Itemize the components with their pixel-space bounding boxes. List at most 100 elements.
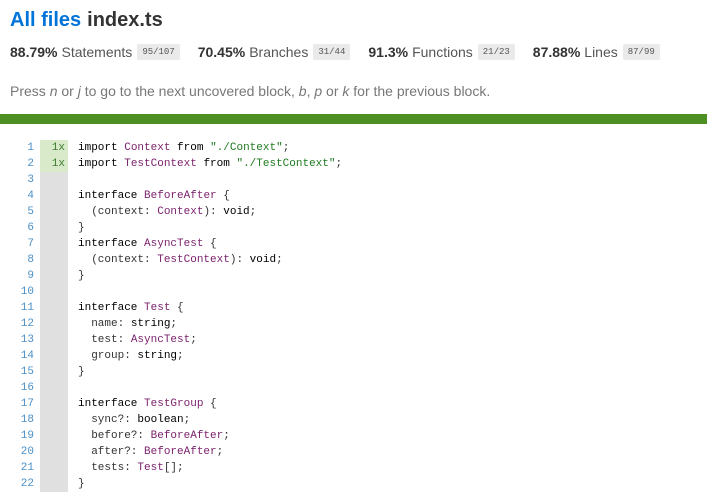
line-number-link[interactable]: 22 [0, 476, 40, 492]
stat-functions: 91.3% Functions 21/23 [368, 44, 515, 60]
line-number-link[interactable]: 1 [0, 140, 40, 156]
source-text: before?: BeforeAfter; [78, 430, 230, 442]
hit-count [40, 476, 68, 492]
code-line: 10 [0, 284, 707, 300]
hit-count [40, 252, 68, 268]
stat-percent: 87.88% [532, 44, 581, 60]
source-text: sync?: boolean; [78, 414, 191, 426]
stat-fraction: 21/23 [477, 44, 515, 60]
line-number-link[interactable]: 16 [0, 380, 40, 396]
line-number-link[interactable]: 11 [0, 300, 40, 316]
code-line: 4 interface BeforeAfter { [0, 188, 707, 204]
stat-branches: 70.45% Branches 31/44 [198, 44, 351, 60]
line-number-link[interactable]: 6 [0, 220, 40, 236]
coverage-summary: 88.79% Statements 95/107 70.45% Branches… [10, 41, 697, 63]
hit-count [40, 300, 68, 316]
hit-count [40, 172, 68, 188]
code-line: 15} [0, 364, 707, 380]
code-line: 12 name: string; [0, 316, 707, 332]
hit-count: 1x [40, 140, 68, 156]
stat-label: Lines [584, 44, 618, 60]
code-line: 11 interface Test { [0, 300, 707, 316]
line-number-link[interactable]: 4 [0, 188, 40, 204]
stat-statements: 88.79% Statements 95/107 [10, 44, 180, 60]
line-number-link[interactable]: 14 [0, 348, 40, 364]
source-text: tests: Test[]; [78, 462, 184, 474]
report-header: All files index.ts 88.79% Statements 95/1… [0, 0, 707, 114]
source-code-listing: 1 1x import Context from "./Context"; 2 1x im… [0, 140, 707, 492]
hit-count [40, 220, 68, 236]
hit-count [40, 348, 68, 364]
code-line: 22} [0, 476, 707, 492]
source-text [68, 284, 78, 300]
hit-count [40, 460, 68, 476]
hit-count [40, 284, 68, 300]
keyboard-hint: Press n or j to go to the next uncovered… [10, 83, 491, 99]
line-number-link[interactable]: 7 [0, 236, 40, 252]
hit-count [40, 396, 68, 412]
line-number-link[interactable]: 18 [0, 412, 40, 428]
coverage-status-bar [0, 114, 707, 124]
hit-count [40, 412, 68, 428]
line-number-link[interactable]: 10 [0, 284, 40, 300]
source-text: (context: Context): void; [78, 206, 257, 218]
code-line: 20 after?: BeforeAfter; [0, 444, 707, 460]
code-line: 18 sync?: boolean; [0, 412, 707, 428]
code-line: 16 [0, 380, 707, 396]
code-line: 1 1x import Context from "./Context"; [0, 140, 707, 156]
key-b: b [298, 83, 307, 99]
source-text: } [78, 478, 85, 490]
stat-fraction: 31/44 [313, 44, 351, 60]
source-text: import TestContext from "./TestContext"; [78, 158, 343, 170]
stat-label: Statements [61, 44, 133, 60]
source-text: import Context from "./Context"; [78, 142, 290, 154]
stat-label: Functions [412, 44, 473, 60]
line-number-link[interactable]: 21 [0, 460, 40, 476]
code-line: 7 interface AsyncTest { [0, 236, 707, 252]
stat-percent: 91.3% [368, 44, 409, 60]
code-line: 19 before?: BeforeAfter; [0, 428, 707, 444]
hit-count [40, 316, 68, 332]
line-number-link[interactable]: 3 [0, 172, 40, 188]
key-j: j [77, 83, 81, 99]
line-number-link[interactable]: 8 [0, 252, 40, 268]
hit-count [40, 380, 68, 396]
line-number-link[interactable]: 20 [0, 444, 40, 460]
hit-count [40, 204, 68, 220]
source-text [68, 380, 78, 396]
key-k: k [342, 83, 350, 99]
source-text: } [78, 270, 85, 282]
source-text: interface AsyncTest { [78, 238, 217, 250]
source-text: name: string; [78, 318, 178, 330]
source-text: (context: TestContext): void; [78, 254, 283, 266]
stat-percent: 70.45% [197, 44, 246, 60]
hit-count [40, 188, 68, 204]
line-number-link[interactable]: 13 [0, 332, 40, 348]
stat-fraction: 87/99 [622, 44, 660, 60]
line-number-link[interactable]: 9 [0, 268, 40, 284]
all-files-link[interactable]: All files [10, 9, 81, 31]
key-p: p [314, 83, 323, 99]
code-line: 6} [0, 220, 707, 236]
line-number-link[interactable]: 17 [0, 396, 40, 412]
stat-lines: 87.88% Lines 87/99 [533, 44, 660, 60]
hit-count: 1x [40, 156, 68, 172]
source-text: interface TestGroup { [78, 398, 217, 410]
source-text [68, 172, 78, 188]
line-number-link[interactable]: 19 [0, 428, 40, 444]
stat-percent: 88.79% [10, 44, 58, 60]
stat-label: Branches [249, 44, 309, 60]
line-number-link[interactable]: 5 [0, 204, 40, 220]
hit-count [40, 428, 68, 444]
hit-count [40, 332, 68, 348]
page-title: All files index.ts [10, 8, 697, 32]
line-number-link[interactable]: 2 [0, 156, 40, 172]
source-text: } [78, 366, 85, 378]
source-text: interface Test { [78, 302, 184, 314]
code-line: 2 1x import TestContext from "./TestContex… [0, 156, 707, 172]
hit-count [40, 364, 68, 380]
hit-count [40, 236, 68, 252]
line-number-link[interactable]: 12 [0, 316, 40, 332]
line-number-link[interactable]: 15 [0, 364, 40, 380]
code-line: 5 (context: Context): void; [0, 204, 707, 220]
